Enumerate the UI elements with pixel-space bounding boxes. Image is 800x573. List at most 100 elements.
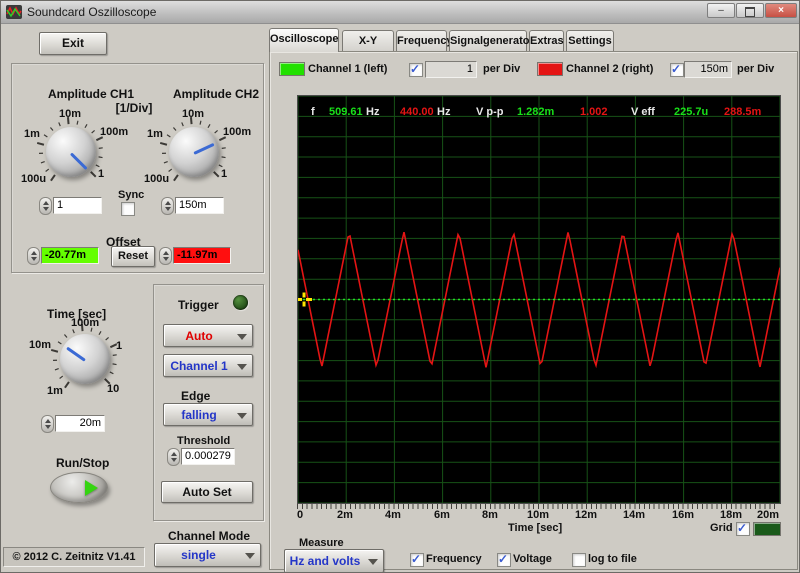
amplitude-ch2-spinner[interactable] <box>161 197 174 215</box>
log-to-file-checkbox[interactable] <box>572 553 586 567</box>
trigger-edge-dropdown[interactable]: falling <box>163 403 253 426</box>
ch1-per-div-value[interactable]: 1 <box>425 61 477 78</box>
knob-pointer <box>66 346 86 362</box>
window-title: Soundcard Oszilloscope <box>27 5 157 19</box>
check-icon: ✓ <box>671 62 682 76</box>
ch2-per-div-label: per Div <box>737 63 775 75</box>
ch2-veff: 288.5m <box>724 106 762 118</box>
exit-button[interactable]: Exit <box>39 32 107 55</box>
trigger-mode-dropdown[interactable]: Auto <box>163 324 253 347</box>
spinner-up-icon[interactable] <box>30 251 37 255</box>
amplitude-ch1-spinner[interactable] <box>39 197 52 215</box>
voltage-checkbox[interactable]: ✓ <box>497 552 511 567</box>
grid-color-swatch[interactable] <box>753 522 781 536</box>
spinner-up-icon[interactable] <box>42 201 49 205</box>
offset-ch2-spinner[interactable] <box>159 247 172 265</box>
spinner-up-icon[interactable] <box>44 419 51 423</box>
minimize-button[interactable]: – <box>707 3 735 18</box>
veff-label: V eff <box>631 106 655 118</box>
ch2-vpp: 1.002 <box>580 106 608 118</box>
spinner-down-icon[interactable] <box>30 257 37 261</box>
offset-ch2-value[interactable]: -11.97m <box>173 247 231 264</box>
spinner-up-icon[interactable] <box>162 251 169 255</box>
ch2-enable-checkbox[interactable]: ✓ <box>670 62 684 77</box>
tab-signalgenerator[interactable]: Signalgenerator <box>449 30 534 51</box>
amplitude-ch1-value[interactable]: 1 <box>53 197 102 214</box>
copyright-label: © 2012 C. Zeitnitz V1.41 <box>3 547 145 567</box>
spinner-up-icon[interactable] <box>170 452 177 456</box>
tab-oscilloscope[interactable]: Oscilloscope <box>269 28 339 52</box>
knob-scale-label: 1 <box>116 340 123 352</box>
spinner-down-icon[interactable] <box>170 458 177 462</box>
title-bar[interactable]: Soundcard Oszilloscope – × <box>1 1 799 24</box>
measure-mode-dropdown[interactable]: Hz and volts <box>284 549 384 572</box>
tab-settings[interactable]: Settings <box>566 30 614 51</box>
channel-mode-dropdown[interactable]: single <box>154 543 261 567</box>
close-button[interactable]: × <box>765 3 797 18</box>
amplitude-ch2-knob-area: 10m 100m 1 100u 1m <box>144 102 251 202</box>
time-knob[interactable] <box>60 334 110 384</box>
channel-mode-label: Channel Mode <box>168 529 251 543</box>
ch2-per-div-value[interactable]: 150m <box>684 61 732 78</box>
knob-scale-label: 100m <box>100 126 129 138</box>
trigger-source-dropdown[interactable]: Channel 1 <box>163 354 253 377</box>
ch1-vpp: 1.282m <box>517 106 555 118</box>
time-spinner[interactable] <box>41 415 54 433</box>
knob-pointer <box>193 142 215 155</box>
knob-scale-label: 100m <box>71 317 100 329</box>
threshold-spinner[interactable] <box>167 448 180 466</box>
ch1-enable-checkbox[interactable]: ✓ <box>409 62 423 77</box>
spinner-down-icon[interactable] <box>44 425 51 429</box>
maximize-button[interactable] <box>736 3 764 18</box>
x-tick: 14m <box>622 509 646 521</box>
grid-checkbox[interactable]: ✓ <box>736 521 750 536</box>
tab-extras[interactable]: Extras <box>529 30 564 51</box>
tab-frequency[interactable]: Frequency <box>396 30 453 51</box>
hz-label: Hz <box>366 106 380 118</box>
amplitude-ch1-knob[interactable] <box>46 127 96 177</box>
app-icon <box>6 5 22 19</box>
x-tick: 20m <box>756 509 779 521</box>
knob-scale-label: 10m <box>59 108 82 120</box>
offset-ch1-value[interactable]: -20.77m <box>41 247 99 264</box>
knob-scale-label: 10m <box>29 339 52 351</box>
x-axis-label: Time [sec] <box>508 522 563 534</box>
ch2-color-swatch <box>537 62 563 76</box>
knob-scale-label: 1 <box>221 168 228 180</box>
frequency-checkbox[interactable]: ✓ <box>410 552 424 567</box>
run-stop-label: Run/Stop <box>56 456 110 470</box>
time-value[interactable]: 20m <box>55 415 105 432</box>
x-tick: 10m <box>526 509 550 521</box>
spinner-down-icon[interactable] <box>42 207 49 211</box>
dropdown-arrow-icon <box>237 412 247 419</box>
trigger-label: Trigger <box>178 298 219 312</box>
ch1-veff: 225.7u <box>674 106 709 118</box>
knob-scale-label: 100u <box>144 173 170 185</box>
check-icon: ✓ <box>737 521 748 535</box>
x-tick: 18m <box>719 509 743 521</box>
amplitude-ch2-knob[interactable] <box>169 127 219 177</box>
auto-set-button[interactable]: Auto Set <box>161 481 253 503</box>
run-stop-button[interactable] <box>50 472 108 503</box>
threshold-value[interactable]: 0.000279 <box>181 448 235 465</box>
log-to-file-label: log to file <box>588 553 637 565</box>
knob-scale-label: 1m <box>147 128 163 140</box>
frequency-label: Frequency <box>426 553 482 565</box>
check-icon: ✓ <box>498 552 509 566</box>
dropdown-arrow-icon <box>245 553 255 559</box>
scope-display: f 509.61 Hz 440.00 Hz V p-p 1.282m 1.002… <box>296 95 781 504</box>
offset-reset-button[interactable]: Reset <box>111 246 155 267</box>
measure-label: Measure <box>299 537 344 549</box>
x-tick: 6m <box>434 509 450 521</box>
offset-ch1-spinner[interactable] <box>27 247 40 265</box>
scope-plot <box>296 95 781 504</box>
tab-xy-graph[interactable]: X-Y Graph <box>342 30 394 67</box>
check-icon: ✓ <box>411 552 422 566</box>
spinner-down-icon[interactable] <box>162 257 169 261</box>
ch1-per-div-label: per Div <box>483 63 521 75</box>
spinner-down-icon[interactable] <box>164 207 171 211</box>
knob-scale-label: 1m <box>24 128 40 140</box>
amplitude-ch2-value[interactable]: 150m <box>175 197 224 214</box>
spinner-up-icon[interactable] <box>164 201 171 205</box>
sync-checkbox[interactable] <box>121 202 135 216</box>
